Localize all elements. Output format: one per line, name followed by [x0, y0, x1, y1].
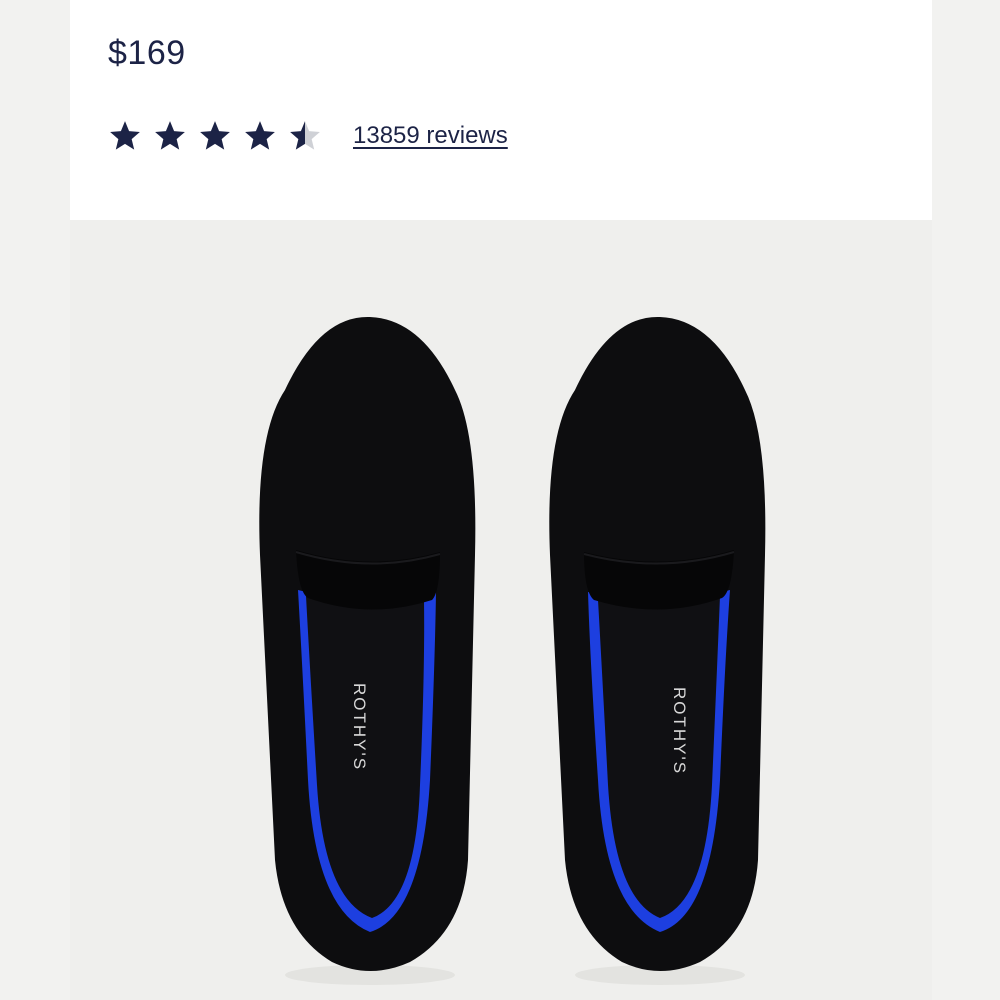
product-info-panel: $169 13859 reviews — [70, 0, 932, 220]
shoe-pair-image: ROTHY'S ROTHY'S — [259, 316, 766, 985]
star-filled-icon — [200, 121, 230, 150]
reviews-link[interactable]: 13859 reviews — [353, 122, 508, 150]
right-shoe: ROTHY'S — [549, 316, 766, 971]
left-margin — [0, 0, 70, 1000]
left-shoe: ROTHY'S — [259, 316, 476, 971]
right-brand-imprint: ROTHY'S — [670, 687, 689, 775]
star-filled-icon — [245, 121, 275, 150]
star-half-icon — [290, 121, 320, 150]
left-brand-imprint: ROTHY'S — [350, 683, 369, 771]
star-filled-icon — [155, 121, 185, 150]
right-margin — [932, 0, 1000, 1000]
product-price: $169 — [108, 34, 186, 72]
product-image-area[interactable]: ROTHY'S ROTHY'S — [70, 220, 932, 1000]
star-filled-icon — [110, 121, 140, 150]
star-rating[interactable] — [108, 119, 333, 153]
rating-row: 13859 reviews — [108, 112, 508, 160]
